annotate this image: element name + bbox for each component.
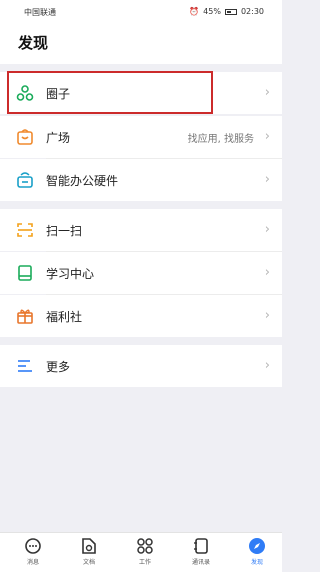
tab-label: 消息 xyxy=(26,559,39,566)
page-title: 发现 xyxy=(18,34,49,52)
discover-compass-icon xyxy=(249,538,265,554)
menu-item-label: 智能办公硬件 xyxy=(46,174,119,188)
tab-discover[interactable]: 发现 xyxy=(236,537,278,566)
work-grid-icon xyxy=(137,538,153,554)
menu-item-hint: 找应用, 找服务 xyxy=(187,134,254,145)
menu-item-label: 更多 xyxy=(46,360,71,374)
tab-label: 通讯录 xyxy=(191,559,210,566)
chevron-right-icon: › xyxy=(264,222,270,237)
menu-item-label: 学习中心 xyxy=(46,267,95,281)
chevron-right-icon: › xyxy=(264,308,270,323)
menu-item-more[interactable]: 更多 › xyxy=(0,345,282,387)
message-icon xyxy=(25,538,41,554)
status-right: ⏰ 45% 02:30 xyxy=(189,7,264,16)
menu-item-label: 广场 xyxy=(46,131,71,145)
battery-icon xyxy=(224,8,237,15)
menu-item-smart-hardware[interactable]: 智能办公硬件 › xyxy=(0,159,282,201)
menu-item-square[interactable]: 广场 找应用, 找服务 › xyxy=(0,116,282,158)
menu-item-learning[interactable]: 学习中心 › xyxy=(0,252,282,294)
highlight-box xyxy=(7,71,213,114)
book-icon xyxy=(18,265,32,281)
alarm-icon: ⏰ xyxy=(189,7,200,16)
gift-icon xyxy=(17,309,33,324)
document-icon xyxy=(82,538,96,554)
contacts-icon xyxy=(194,538,208,554)
more-lines-icon xyxy=(18,360,32,372)
carrier-label: 中国联通 xyxy=(24,8,56,17)
tab-contacts[interactable]: 通讯录 xyxy=(180,537,222,566)
tab-label: 工作 xyxy=(138,559,151,566)
tab-messages[interactable]: 消息 xyxy=(12,537,54,566)
scan-icon xyxy=(17,223,33,237)
menu-item-scan[interactable]: 扫一扫 › xyxy=(0,209,282,251)
chevron-right-icon: › xyxy=(264,172,270,187)
status-bar: 中国联通 ⏰ 45% 02:30 xyxy=(0,0,282,24)
tab-work[interactable]: 工作 xyxy=(124,537,166,566)
bottom-tab-bar: 消息 文档 工作 通讯录 发现 xyxy=(0,532,282,572)
square-bag-icon xyxy=(17,129,33,145)
header: 发现 xyxy=(0,24,282,64)
chevron-right-icon: › xyxy=(264,85,270,100)
tab-label: 发现 xyxy=(250,559,263,566)
menu-item-welfare[interactable]: 福利社 › xyxy=(0,295,282,337)
clock: 02:30 xyxy=(240,7,264,16)
chevron-right-icon: › xyxy=(264,358,270,373)
menu-item-label: 福利社 xyxy=(46,310,83,324)
smart-hardware-icon xyxy=(17,172,33,188)
tab-documents[interactable]: 文档 xyxy=(68,537,110,566)
chevron-right-icon: › xyxy=(264,265,270,280)
tab-label: 文档 xyxy=(82,559,95,566)
chevron-right-icon: › xyxy=(264,129,270,144)
menu-item-label: 扫一扫 xyxy=(46,224,83,238)
battery-percent: 45% xyxy=(203,7,221,16)
